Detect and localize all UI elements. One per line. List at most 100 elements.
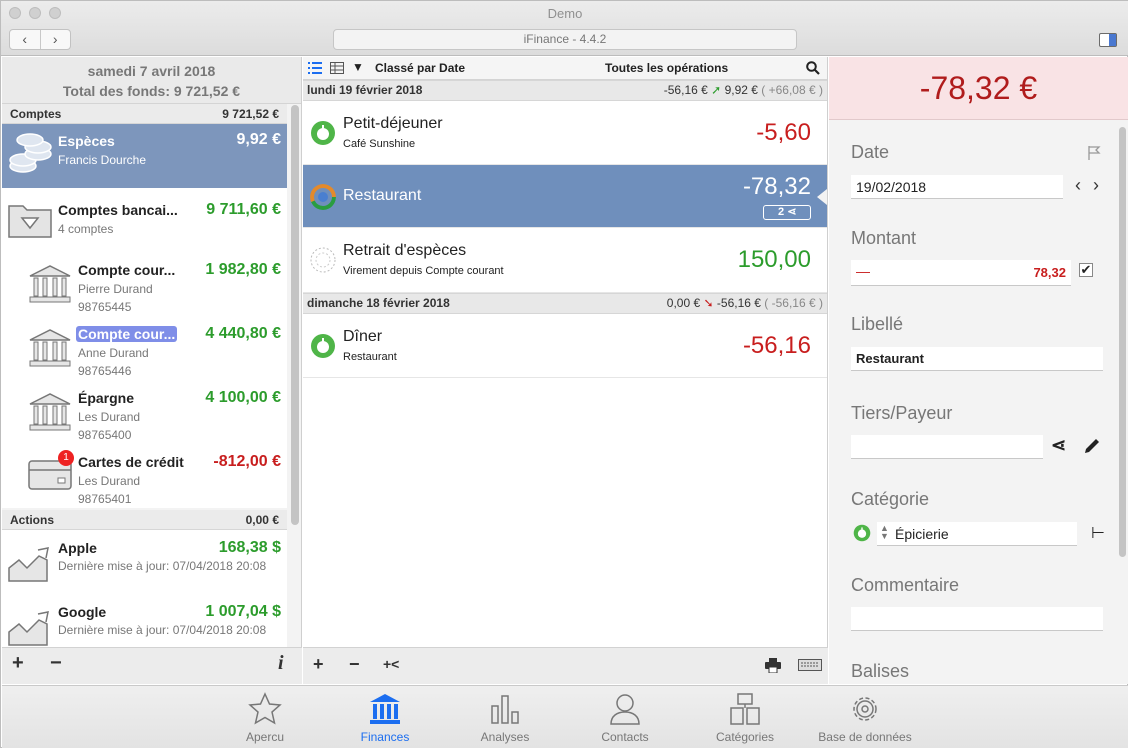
list-view-icon[interactable] <box>308 62 322 74</box>
date-label: Date <box>851 142 890 162</box>
date-field[interactable]: 19/02/2018 <box>851 175 1063 199</box>
account-row-comptes-bancaires[interactable]: Comptes bancai... 4 comptes 9 711,60 € <box>2 188 287 252</box>
transaction-row[interactable]: Dîner Restaurant -56,16 <box>303 314 827 378</box>
remove-account-button[interactable]: − <box>50 652 62 675</box>
account-name-editing[interactable]: Compte cour... <box>76 326 178 342</box>
category-label: Catégorie <box>851 489 930 509</box>
category-tree-icon[interactable]: ⊢ <box>1091 523 1105 543</box>
transfer-icon <box>310 247 336 273</box>
tab-contacts[interactable]: Contacts <box>565 692 685 744</box>
flag-icon[interactable] <box>1087 145 1101 161</box>
amount-field[interactable]: — 78,32 <box>851 260 1071 286</box>
transaction-row[interactable]: Retrait d'espèces Virement depuis Compte… <box>303 228 827 293</box>
stock-row-google[interactable]: Google Dernière mise à jour: 07/04/2018 … <box>2 594 287 650</box>
accounts-pane: samedi 7 avril 2018 Total des fonds: 9 7… <box>2 57 302 684</box>
transaction-row-selected[interactable]: Restaurant -78,32 2 ⋖ <box>303 165 827 228</box>
account-row-especes[interactable]: Espèces Francis Dourche 9,92 € <box>2 124 287 188</box>
current-date: samedi 7 avril 2018 <box>87 63 216 79</box>
apple-category-icon <box>311 121 335 145</box>
transactions-footer: + − +< <box>303 647 828 684</box>
accounts-scrollbar[interactable] <box>291 105 299 525</box>
detail-amount: -78,32 € <box>829 57 1128 120</box>
total-funds: Total des fonds: 9 721,52 € <box>62 83 241 99</box>
split-payee-icon[interactable]: ⋖ <box>1051 435 1066 456</box>
toggle-sidebar-icon[interactable] <box>1099 33 1117 47</box>
grid-view-icon[interactable] <box>330 62 344 74</box>
account-row-compte-courant-2[interactable]: Compte cour... Anne Durand 98765446 4 44… <box>2 316 287 380</box>
person-icon <box>610 694 640 725</box>
stock-chart-icon <box>8 611 49 646</box>
apple-category-icon <box>853 524 871 542</box>
down-arrow-icon: ➘ <box>703 296 714 310</box>
transaction-row[interactable]: Petit-déjeuner Café Sunshine -5,60 <box>303 101 827 165</box>
transactions-toolbar: ▼ Classé par Date Toutes les opérations <box>303 57 827 80</box>
select-stepper-icon: ▲ ▼ <box>880 523 889 541</box>
comment-label: Commentaire <box>851 575 960 595</box>
tab-finances[interactable]: Finances <box>325 692 445 744</box>
actions-section-header[interactable]: Actions 0,00 € <box>2 510 287 530</box>
accounts-header: samedi 7 avril 2018 Total des fonds: 9 7… <box>2 57 301 104</box>
split-icon: ⋖ <box>787 206 797 218</box>
stock-chart-icon <box>8 547 49 582</box>
sort-toggle-icon[interactable]: ▼ <box>352 60 364 74</box>
history-nav: ‹ › <box>9 29 71 50</box>
bank-icon <box>29 393 71 431</box>
category-select[interactable]: ▲ ▼ Épicierie <box>877 522 1077 546</box>
categories-icon <box>730 693 760 725</box>
detail-scrollbar[interactable] <box>1119 127 1126 557</box>
account-row-cartes-credit[interactable]: 1 Cartes de crédit Les Durand 98765401 -… <box>2 444 287 508</box>
bank-icon <box>370 694 400 724</box>
tab-apercu[interactable]: Apercu <box>205 692 325 744</box>
prev-date-button[interactable]: ‹ <box>1075 175 1081 196</box>
payee-label: Tiers/Payeur <box>851 403 953 423</box>
filter-label[interactable]: Toutes les opérations <box>605 61 728 75</box>
pencil-icon[interactable] <box>1083 437 1101 455</box>
print-icon[interactable] <box>765 658 781 673</box>
add-account-button[interactable]: + <box>12 652 24 675</box>
label-label: Libellé <box>851 314 904 334</box>
tags-label: Balises <box>851 661 910 681</box>
bank-icon <box>29 329 71 367</box>
bar-chart-icon <box>491 695 519 724</box>
bank-icon <box>29 265 71 303</box>
coins-icon <box>9 133 52 173</box>
accounts-section-header[interactable]: Comptes 9 721,52 € <box>2 104 287 124</box>
transactions-pane: ▼ Classé par Date Toutes les opérations … <box>303 57 828 684</box>
comment-field[interactable] <box>851 607 1103 631</box>
account-row-compte-courant-1[interactable]: Compte cour... Pierre Durand 98765445 1 … <box>2 252 287 316</box>
account-row-epargne[interactable]: Épargne Les Durand 98765400 4 100,00 € <box>2 380 287 444</box>
split-category-icon <box>310 184 336 210</box>
window-title: Demo <box>547 6 583 21</box>
search-icon[interactable] <box>806 61 820 75</box>
add-split-button[interactable]: +< <box>383 656 399 672</box>
keyboard-icon[interactable] <box>798 659 822 671</box>
info-button[interactable]: i <box>278 652 284 675</box>
notification-badge: 1 <box>58 450 74 466</box>
cleared-checkbox[interactable]: ✔ <box>1079 263 1093 277</box>
stock-row-apple[interactable]: Apple Dernière mise à jour: 07/04/2018 2… <box>2 530 287 594</box>
tab-categories[interactable]: Catégories <box>685 692 805 744</box>
add-transaction-button[interactable]: + <box>313 654 324 675</box>
star-icon <box>248 692 282 725</box>
app-title-field: iFinance - 4.4.2 <box>333 29 797 50</box>
tab-base-de-donnees[interactable]: Base de données <box>805 692 925 744</box>
amount-sign[interactable]: — <box>856 263 870 279</box>
main-tab-bar: Apercu Finances Analyses Contacts Catégo… <box>2 685 1128 748</box>
remove-transaction-button[interactable]: − <box>349 654 360 675</box>
split-count-badge[interactable]: 2 ⋖ <box>763 205 811 220</box>
forward-button[interactable]: › <box>41 30 71 49</box>
payee-field[interactable] <box>851 435 1043 459</box>
gear-icon <box>853 697 877 721</box>
back-button[interactable]: ‹ <box>10 30 41 49</box>
day-header: dimanche 18 février 2018 0,00 € ➘ -56,16… <box>303 293 827 314</box>
next-date-button[interactable]: › <box>1093 175 1099 196</box>
app-window: Demo ‹ › iFinance - 4.4.2 samedi 7 avril… <box>0 0 1128 748</box>
apple-category-icon <box>311 334 335 358</box>
tab-analyses[interactable]: Analyses <box>445 692 565 744</box>
accounts-footer: + − i <box>2 647 302 684</box>
transaction-detail-pane: -78,32 € Date 19/02/2018 ‹ › Montant — 7… <box>829 57 1128 684</box>
label-field[interactable]: Restaurant <box>851 347 1103 371</box>
day-header: lundi 19 février 2018 -56,16 € ➚ 9,92 € … <box>303 80 827 101</box>
sort-label[interactable]: Classé par Date <box>375 61 465 75</box>
folder-icon <box>8 205 52 238</box>
